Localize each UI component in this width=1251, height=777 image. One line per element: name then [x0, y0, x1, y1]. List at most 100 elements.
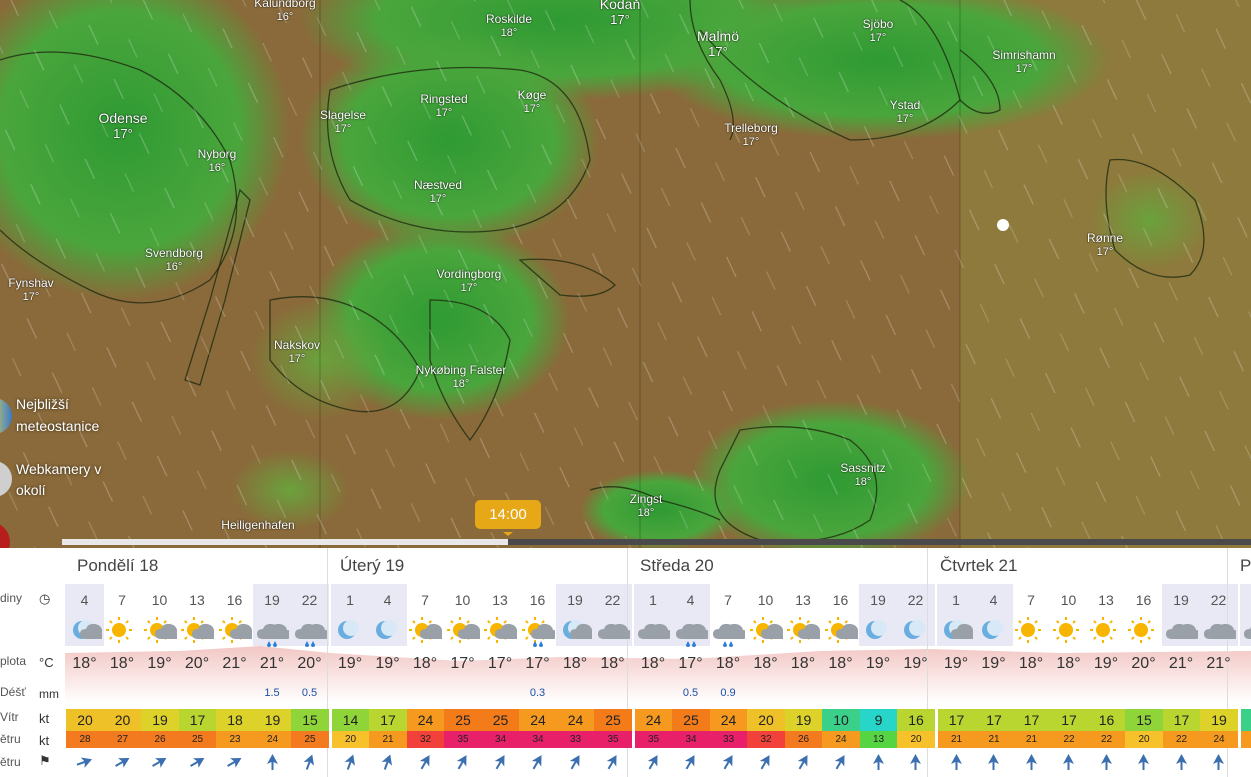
- temp-cell: 19°: [147, 655, 172, 672]
- webcams-label-line1: Webkamery v: [16, 461, 102, 477]
- time-bubble[interactable]: 14:00: [475, 500, 541, 536]
- gust-cell: 33: [709, 731, 748, 748]
- city-label[interactable]: Nakskov 17°: [274, 338, 320, 366]
- temp-cell: 19°: [981, 655, 1006, 672]
- hour-cell: 22: [1210, 592, 1227, 608]
- city-label[interactable]: Næstved 17°: [414, 178, 462, 206]
- city-label[interactable]: Ystad 17°: [890, 98, 921, 126]
- weather-icon: [1163, 617, 1201, 645]
- hour-cell: 16: [529, 592, 546, 608]
- rain-cell: 0.9: [720, 687, 736, 699]
- city-temp: 17°: [742, 136, 760, 148]
- city-label[interactable]: Sjöbo 17°: [863, 17, 894, 45]
- gust-cell: 26: [141, 731, 179, 748]
- weather-icon: [1013, 617, 1050, 645]
- hour-cell: 19: [567, 592, 583, 608]
- city-label[interactable]: Malmö 17°: [697, 28, 739, 60]
- city-label[interactable]: Odense 17°: [98, 110, 147, 142]
- wind-direction-icon: [216, 750, 253, 774]
- city-temp: 17°: [435, 107, 453, 119]
- city-label[interactable]: Nyborg 16°: [198, 147, 237, 175]
- hour-cell: 13: [795, 592, 811, 608]
- day-header[interactable]: Středa 20: [640, 556, 714, 576]
- day-header[interactable]: Úterý 19: [340, 556, 404, 576]
- wind-direction-icon: [938, 750, 975, 774]
- city-label[interactable]: Simrishamn 17°: [992, 48, 1055, 76]
- wind-cell: 16: [897, 709, 935, 731]
- gust-cell: 35: [594, 731, 632, 748]
- city-name: Roskilde: [485, 12, 533, 26]
- gust-cell: 34: [481, 731, 520, 748]
- gust-cell: 24: [1240, 731, 1251, 748]
- weather-icon: [672, 617, 711, 647]
- city-label[interactable]: Zingst 18°: [630, 492, 663, 520]
- city-temp: 17°: [288, 353, 306, 365]
- city-name: Heiligenhafen: [221, 518, 295, 532]
- weather-icon: [141, 617, 182, 645]
- forecast-table: Pondělí 18 Úterý 19 Středa 20 Čtvrtek 21 P d…: [0, 548, 1251, 777]
- city-name: Sassnitz: [840, 461, 886, 475]
- location-marker[interactable]: [997, 219, 1009, 231]
- temp-cell: 17°: [678, 655, 703, 672]
- timeline-bar[interactable]: [62, 539, 1251, 545]
- hour-cell: 1: [1241, 592, 1251, 608]
- city-label[interactable]: Nykøbing Falster 18°: [416, 363, 507, 391]
- day-header[interactable]: P: [1240, 556, 1251, 576]
- rain-cell: 0.5: [682, 687, 699, 699]
- stations-label-line1: Nejbližší: [16, 396, 69, 412]
- city-label[interactable]: Sassnitz 18°: [840, 461, 885, 489]
- city-label[interactable]: Slagelse 17°: [320, 108, 366, 136]
- time-bubble-label: 14:00: [489, 506, 527, 523]
- webcams-label-line2: okolí: [16, 482, 46, 498]
- hour-cell: 16: [1135, 592, 1152, 608]
- city-label[interactable]: Rønne 17°: [1087, 231, 1123, 259]
- temp-cell: 18°: [790, 655, 816, 672]
- city-label[interactable]: Fynshav 17°: [8, 276, 53, 304]
- city-name: Ystad: [889, 98, 921, 112]
- wind-cell: 10: [1240, 709, 1251, 731]
- city-label[interactable]: Vordingborg 17°: [437, 267, 502, 295]
- city-name: Nakskov: [273, 338, 321, 352]
- city-label[interactable]: Heiligenhafen: [221, 518, 294, 532]
- city-label[interactable]: Svendborg 16°: [145, 246, 203, 274]
- wind-cell: 18: [216, 709, 254, 731]
- temp-cell: 18°: [412, 655, 438, 672]
- city-temp: 18°: [637, 507, 655, 519]
- wind-direction-icon: [672, 750, 709, 774]
- wind-cell: 25: [481, 709, 520, 731]
- temp-band: [65, 646, 1251, 703]
- city-name: Simrishamn: [992, 48, 1056, 62]
- day-header[interactable]: Čtvrtek 21: [940, 556, 1017, 576]
- weather-icon: [104, 617, 141, 645]
- weather-icon: [860, 617, 897, 645]
- hours-row-label: diny: [0, 591, 23, 605]
- wind-cell: 17: [178, 709, 217, 731]
- city-temp: 16°: [165, 261, 183, 273]
- city-label[interactable]: Trelleborg 17°: [724, 121, 778, 149]
- wind-cell: 17: [1012, 709, 1051, 731]
- city-label[interactable]: Roskilde 18°: [486, 12, 532, 40]
- city-name: Næstved: [413, 178, 463, 192]
- weather-icon: [938, 617, 978, 645]
- city-name: Ringsted: [420, 92, 468, 106]
- rain-cell: 1.5: [264, 687, 280, 699]
- wind-direction-icon: [557, 750, 594, 774]
- temp-cell: 20°: [184, 655, 210, 672]
- weather-icon: [1241, 617, 1251, 645]
- city-label[interactable]: Kodaň 17°: [600, 0, 640, 28]
- hour-cell: 16: [226, 592, 243, 608]
- city-label[interactable]: Ringsted 17°: [420, 92, 467, 120]
- wind-direction-icon: [594, 750, 631, 774]
- wind-cell: 20: [103, 709, 142, 731]
- city-label[interactable]: Kalundborg 16°: [254, 0, 315, 24]
- temp-cell: 18°: [1056, 655, 1081, 672]
- city-label[interactable]: Køge 17°: [518, 88, 547, 116]
- hour-cell: 22: [604, 592, 621, 608]
- wind-cell: 25: [672, 709, 710, 731]
- wind-map[interactable]: Kalundborg 16° Roskilde 18° Kodaň 17° Malmö 17°…: [0, 0, 1251, 548]
- city-temp: 17°: [1096, 246, 1114, 258]
- wind-direction-icon: [1088, 750, 1125, 774]
- day-header[interactable]: Pondělí 18: [77, 556, 158, 576]
- city-temp: 17°: [1015, 63, 1033, 75]
- weather-icon: [482, 617, 522, 645]
